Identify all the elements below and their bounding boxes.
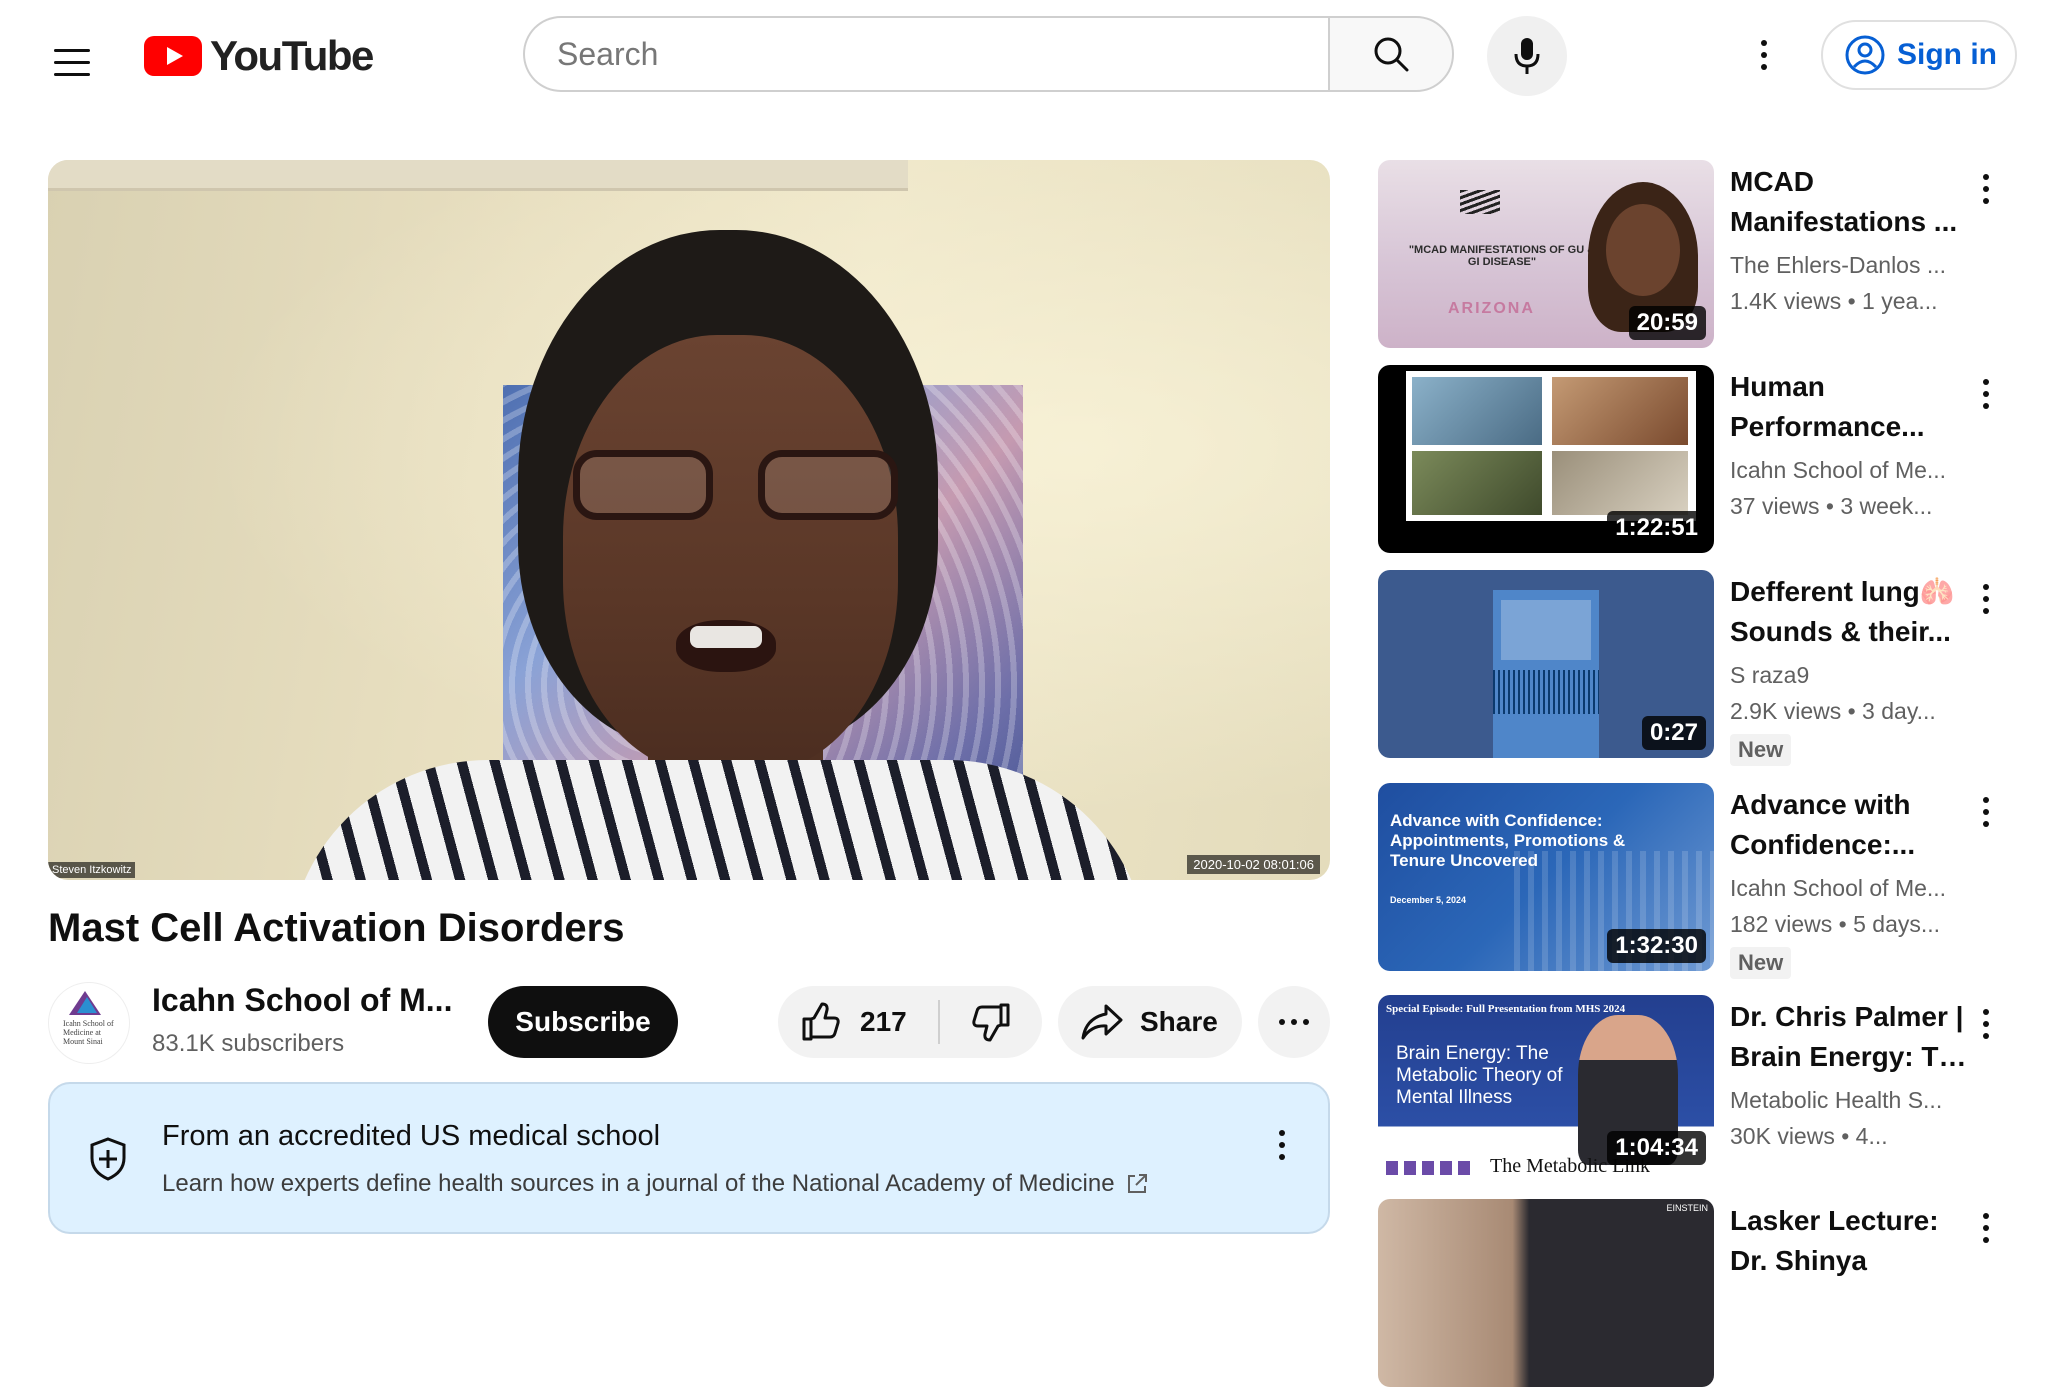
recommendation-item[interactable]: 1:22:51 Human Performance... Icahn School… <box>1378 365 2028 553</box>
podcast-platform-icons <box>1386 1161 1476 1175</box>
account-icon <box>1845 35 1885 75</box>
health-source-text: Learn how experts define health sources … <box>162 1170 1115 1197</box>
like-button[interactable]: 217 <box>778 986 938 1058</box>
video-thumbnail[interactable]: EINSTEIN <box>1378 1199 1714 1387</box>
recommendation-item[interactable]: 0:27 Defferent lung🫁 Sounds & their... S … <box>1378 570 2028 766</box>
video-duration: 0:27 <box>1641 716 1706 750</box>
recommendation-meta: 2.9K views • 3 day... <box>1730 698 1936 724</box>
recommendation-item[interactable]: EINSTEIN Lasker Lecture: Dr. Shinya <box>1378 1199 2028 1387</box>
sign-in-button[interactable]: Sign in <box>1821 20 2017 90</box>
video-thumbnail[interactable]: Special Episode: Full Presentation from … <box>1378 995 1714 1183</box>
video-duration: 1:32:30 <box>1607 929 1706 963</box>
recommendation-more-icon[interactable] <box>1966 369 2006 419</box>
search-icon <box>1374 37 1409 72</box>
recommendation-meta: 1.4K views • 1 yea... <box>1730 288 1938 314</box>
dislike-button[interactable] <box>940 986 1042 1058</box>
health-source-link[interactable]: Learn how experts define health sources … <box>162 1170 1149 1198</box>
video-thumbnail[interactable]: 1:22:51 <box>1378 365 1714 553</box>
video-thumbnail[interactable]: 0:27 <box>1378 570 1714 758</box>
health-source-heading: From an accredited US medical school <box>162 1120 661 1152</box>
video-duration: 20:59 <box>1628 306 1706 340</box>
microphone-icon <box>1514 38 1540 74</box>
recommendation-more-icon[interactable] <box>1966 574 2006 624</box>
recommendation-channel[interactable]: Icahn School of Me... <box>1730 457 1960 484</box>
video-duration: 1:22:51 <box>1607 511 1706 545</box>
thumbs-down-icon <box>972 1003 1010 1042</box>
recommendation-title[interactable]: Human Performance... <box>1730 367 1970 447</box>
recommendation-title[interactable]: Defferent lung🫁 Sounds & their... <box>1730 572 1970 652</box>
video-frame <box>48 160 1330 880</box>
recommendation-more-icon[interactable] <box>1966 1203 2006 1253</box>
video-duration: 1:04:34 <box>1607 1131 1706 1165</box>
subscribe-button[interactable]: Subscribe <box>488 986 678 1058</box>
like-count: 217 <box>860 1006 907 1037</box>
like-dislike-group: 217 <box>778 986 1042 1058</box>
recommendation-more-icon[interactable] <box>1966 164 2006 214</box>
sign-in-label: Sign in <box>1897 38 1997 71</box>
more-actions-button[interactable] <box>1258 986 1330 1058</box>
new-badge: New <box>1730 947 1792 979</box>
thumbnail-header: Special Episode: Full Presentation from … <box>1386 1003 1626 1015</box>
search-button[interactable] <box>1328 16 1454 92</box>
recommendation-item[interactable]: Special Episode: Full Presentation from … <box>1378 995 2028 1183</box>
subscriber-count: 83.1K subscribers <box>152 1030 345 1057</box>
thumbnail-text: Brain Energy: The Metabolic Theory of Me… <box>1396 1043 1563 1108</box>
share-label: Share <box>1140 1006 1218 1037</box>
thumbnail-text: Advance with Confidence: Appointments, P… <box>1390 811 1626 870</box>
search-input[interactable] <box>525 18 1317 90</box>
new-badge: New <box>1730 734 1792 766</box>
external-link-icon <box>1127 1174 1147 1193</box>
recommendation-title[interactable]: Advance with Confidence:... <box>1730 785 1970 865</box>
thumbs-up-icon <box>802 1002 840 1041</box>
recommendation-item[interactable]: "MCAD MANIFESTATIONS OF GU & GI DISEASE"… <box>1378 160 2028 348</box>
recommendation-meta: 182 views • 5 days... <box>1730 911 1941 937</box>
recommendation-meta: 37 views • 3 week... <box>1730 493 1933 519</box>
recommendation-meta: 30K views • 4... <box>1730 1123 1888 1149</box>
voice-search-button[interactable] <box>1487 16 1567 96</box>
recommendation-more-icon[interactable] <box>1966 787 2006 837</box>
settings-more-icon[interactable] <box>1740 30 1788 80</box>
shield-plus-icon <box>90 1137 126 1181</box>
channel-avatar-text: Icahn School of Medicine at Mount Sinai <box>63 1019 114 1046</box>
logo-text: YouTube <box>210 32 374 79</box>
recommendation-more-icon[interactable] <box>1966 999 2006 1049</box>
info-panel-more-icon[interactable] <box>1264 1120 1300 1170</box>
recommendation-item[interactable]: Advance with Confidence: Appointments, P… <box>1378 783 2028 979</box>
video-thumbnail[interactable]: "MCAD MANIFESTATIONS OF GU & GI DISEASE"… <box>1378 160 1714 348</box>
recommendation-channel[interactable]: Icahn School of Me... <box>1730 875 1960 902</box>
share-icon <box>1081 1004 1123 1040</box>
recommendation-channel[interactable]: Metabolic Health S... <box>1730 1087 1960 1114</box>
thumbnail-label: EINSTEIN <box>1666 1203 1708 1213</box>
recording-timestamp: 2020-10-02 08:01:06 <box>1187 855 1320 874</box>
participant-name-label: Steven Itzkowitz <box>48 862 136 878</box>
recommendation-title[interactable]: MCAD Manifestations ... <box>1730 162 1970 242</box>
channel-name[interactable]: Icahn School of M... <box>152 982 452 1019</box>
menu-icon[interactable] <box>40 34 96 90</box>
search-box <box>523 16 1329 92</box>
recommendation-channel[interactable]: S raza9 <box>1730 662 1960 689</box>
channel-avatar[interactable]: Icahn School of Medicine at Mount Sinai <box>48 982 130 1064</box>
thumbnail-date: December 5, 2024 <box>1390 895 1467 905</box>
thumbnail-subtext: ARIZONA <box>1448 300 1535 317</box>
youtube-play-icon <box>144 36 202 76</box>
recommendation-title[interactable]: Lasker Lecture: Dr. Shinya <box>1730 1201 1970 1281</box>
video-thumbnail[interactable]: Advance with Confidence: Appointments, P… <box>1378 783 1714 971</box>
youtube-logo[interactable]: YouTube <box>144 32 374 79</box>
health-source-panel: From an accredited US medical school Lea… <box>48 1082 1330 1234</box>
video-title: Mast Cell Activation Disorders <box>48 906 625 950</box>
thumbnail-text: "MCAD MANIFESTATIONS OF GU & GI DISEASE" <box>1408 244 1596 268</box>
video-player[interactable]: Steven Itzkowitz 2020-10-02 08:01:06 <box>48 160 1330 880</box>
share-button[interactable]: Share <box>1058 986 1242 1058</box>
recommendation-channel[interactable]: The Ehlers-Danlos ... <box>1730 252 1960 279</box>
recommendation-title[interactable]: Dr. Chris Palmer | Brain Energy: Th... <box>1730 997 1970 1077</box>
